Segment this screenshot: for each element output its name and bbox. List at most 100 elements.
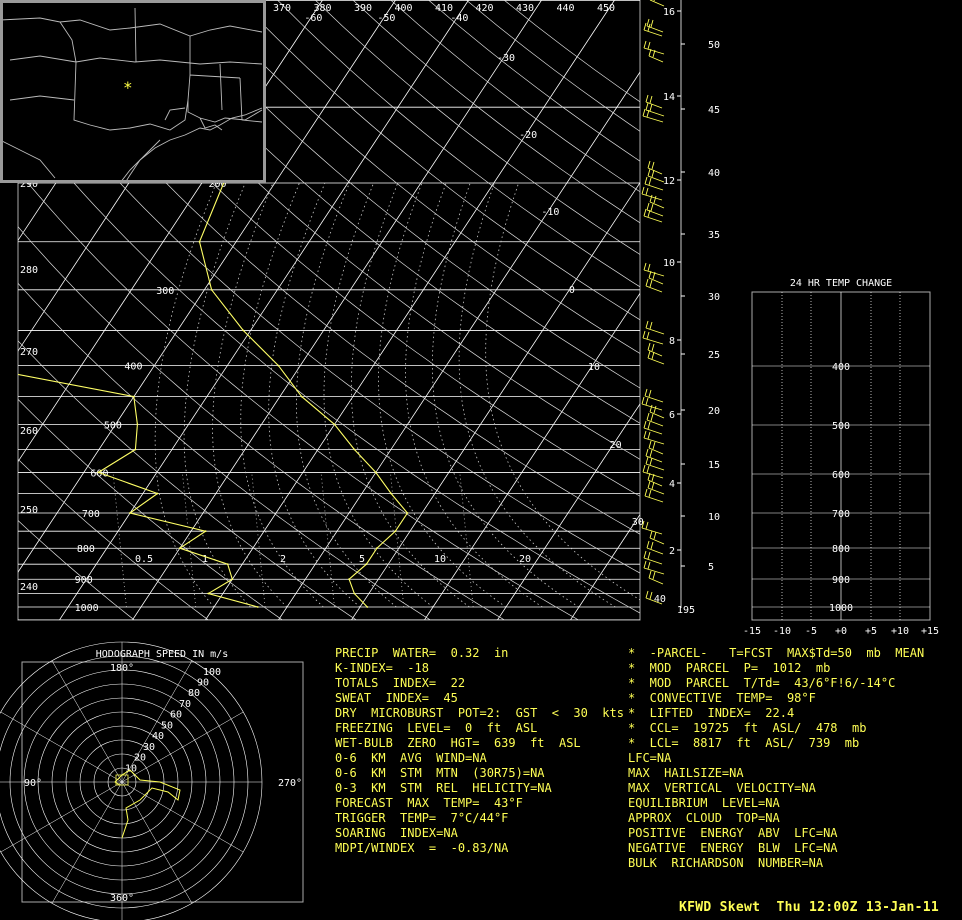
wind-barb-flag [649, 449, 653, 458]
wind-barb-flag [648, 570, 652, 579]
wind-barb-flag [643, 208, 647, 217]
stat-line: * MOD PARCEL P= 1012 mb [628, 661, 831, 675]
dry-adiabat [201, 0, 640, 354]
tc-x-label: -10 [773, 626, 791, 637]
sounding-point [374, 471, 377, 474]
theta-label: 400 [394, 3, 412, 14]
wind-barb-staff [642, 337, 664, 345]
pressure-label: 600 [90, 468, 108, 479]
wind-barb-flag [643, 420, 647, 429]
wind-barb-staff [643, 215, 663, 223]
hodograph-ring-label: 100 [203, 667, 221, 678]
stat-line: APPROX CLOUD TOP=NA [628, 811, 780, 825]
wind-barb-staff [643, 427, 663, 435]
wind-barb-flag [651, 481, 655, 490]
moist-adiabat [378, 182, 507, 608]
wind-barb-flag [643, 430, 647, 439]
wind-barb-staff [645, 455, 663, 463]
sounding-point [178, 547, 181, 550]
sounding-point [353, 592, 356, 595]
sounding-point [365, 563, 368, 566]
height-kft-label: 10 [708, 512, 720, 523]
height-km-label: 6 [669, 410, 675, 421]
stat-line: SWEAT INDEX= 45 [335, 691, 458, 705]
stat-line: K-INDEX= -18 [335, 661, 429, 675]
wind-barb-flag [646, 465, 650, 474]
sounding-point [207, 592, 210, 595]
temperature-label: 30 [632, 517, 644, 528]
theta-left-label: 250 [20, 505, 38, 516]
wind-barb-staff [648, 55, 664, 63]
dry-adiabat [239, 0, 640, 321]
isotherm-line [569, 513, 640, 620]
pressure-label: 700 [82, 509, 100, 520]
height-km-label: 8 [669, 336, 675, 347]
wind-barb-staff [647, 357, 665, 365]
dry-adiabat [504, 0, 640, 103]
stat-line: 0-6 KM AVG WIND=NA [335, 751, 487, 765]
dry-adiabat [164, 0, 640, 389]
stat-line: WET-BULB ZERO HGT= 639 ft ASL [335, 736, 581, 750]
wind-barb-staff [648, 577, 664, 585]
tc-x-label: -5 [805, 626, 817, 637]
stat-line: POSITIVE ENERGY ABV LFC=NA [628, 826, 838, 840]
wind-barb-flag [650, 541, 654, 550]
wind-barb-flag [645, 320, 649, 329]
hodograph-ring-label: 80 [188, 688, 200, 699]
stat-line: 0-6 KM STM MTN (30R75)=NA [335, 766, 545, 780]
hodograph-dir-bottom: 360° [110, 893, 134, 904]
wind-barb-staff [649, 537, 665, 545]
pressure-label: 500 [104, 420, 122, 431]
height-axis: 16 14 12 10 8 6 4 2 50 45 40 35 30 25 20 15 10 5 [663, 0, 720, 608]
wind-barb-flag [651, 169, 655, 178]
pressure-label: 400 [124, 362, 142, 373]
mixing-ratio-line [390, 472, 405, 608]
wind-barb-flag [644, 488, 648, 497]
wind-barb-flag [650, 19, 654, 28]
mixing-ratio-label: 20 [519, 554, 531, 565]
wind-barb-flag [653, 531, 657, 540]
wind-barb-flag [649, 591, 653, 600]
sounding-point [366, 606, 369, 608]
wind-barb-flag [646, 540, 650, 549]
theta-label: 430 [516, 3, 534, 14]
theta-label: 410 [435, 3, 453, 14]
wind-barb-flag [647, 421, 651, 430]
temperature-label: 10 [588, 362, 600, 373]
height-kft-label: 30 [708, 292, 720, 303]
sounding-point [129, 512, 131, 514]
theta-left-label: 240 [20, 582, 38, 593]
mixing-ratio-line [112, 472, 127, 608]
wind-barb-flag [643, 550, 647, 559]
mixing-ratio-label: 10 [434, 554, 446, 565]
mixing-ratio-label: 0.5 [135, 554, 153, 565]
wind-barb-flag [647, 160, 651, 169]
dewpoint-trace [18, 373, 258, 608]
wind-barb-flag [647, 41, 651, 50]
sounding-point [376, 547, 378, 550]
sounding-point [406, 512, 409, 514]
hodograph-ring-label: 70 [179, 699, 191, 710]
wind-barb-flag [643, 40, 647, 49]
wind-barb-staff [643, 437, 665, 445]
hodograph-dir-top: 180° [110, 663, 134, 674]
wind-barb-flag [647, 480, 651, 489]
height-km-label: 4 [669, 479, 675, 490]
sounding-point [134, 448, 137, 451]
pressure-label: 300 [156, 286, 174, 297]
stat-line: EQUILIBRIUM LEVEL=NA [628, 796, 780, 810]
wind-barb-staff [649, 0, 665, 7]
dry-adiabat [277, 0, 640, 288]
sounding-point [394, 530, 397, 533]
theta-label: 370 [273, 3, 291, 14]
mixing-ratio-line [181, 472, 197, 608]
stat-line: BULK RICHARDSON NUMBER=NA [628, 856, 824, 870]
stat-line: 0-3 KM STM REL HELICITY=NA [335, 781, 552, 795]
theta-label: 420 [475, 3, 493, 14]
tc-x-label: +15 [921, 626, 939, 637]
stat-line: * MOD PARCEL T/Td= 43/6°F!6/-14°C [628, 676, 896, 690]
wind-barb-flag [645, 397, 649, 406]
wind-barb-flag [649, 279, 653, 288]
temp-change-panel: 24 HR TEMP CHANGE 4005006007008009001000… [743, 278, 939, 637]
sounding-point [242, 329, 245, 332]
